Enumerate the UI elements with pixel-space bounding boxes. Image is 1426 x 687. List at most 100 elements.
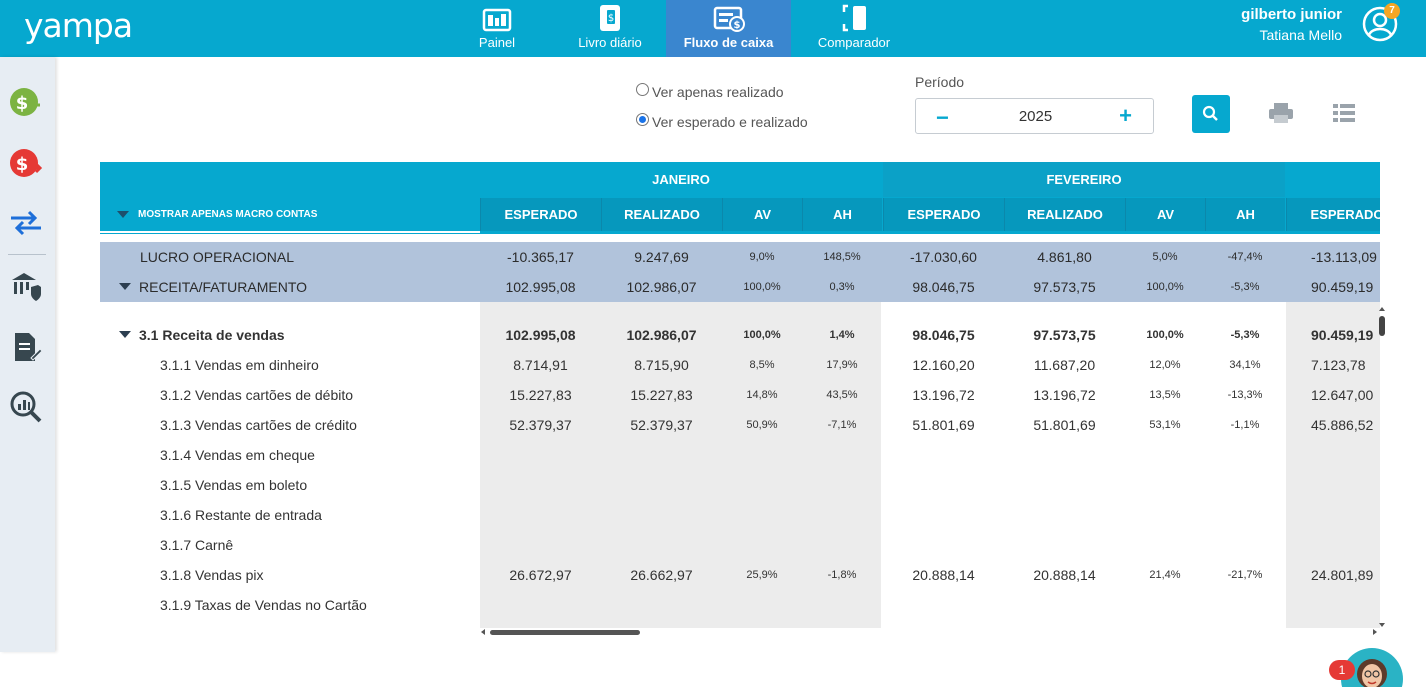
column-ah[interactable]: AH	[802, 198, 882, 231]
table-cell	[1205, 470, 1285, 500]
money-out-icon[interactable]: $	[9, 146, 43, 180]
nav-tab-label: Livro diário	[578, 35, 642, 50]
table-cell: 52.379,37	[630, 417, 693, 433]
row-label-text: 3.1.2 Vendas cartões de débito	[160, 387, 354, 403]
user-info[interactable]: gilberto junior Tatiana Mello	[1241, 6, 1342, 43]
table-cell	[883, 590, 1004, 620]
bank-secure-icon[interactable]	[9, 269, 43, 303]
table-cell: 20.888,14	[1033, 567, 1096, 583]
table-cell: 51.801,69	[1033, 417, 1096, 433]
horizontal-scrollbar-thumb[interactable]	[490, 630, 640, 635]
table-cell: 14,8%	[746, 389, 778, 401]
table-cell	[722, 440, 802, 470]
vertical-scrollbar[interactable]	[1378, 306, 1386, 628]
radio-ver-apenas-realizado[interactable]: Ver apenas realizado	[636, 82, 784, 100]
search-button[interactable]	[1192, 95, 1230, 133]
table-row[interactable]: 3.1.1 Vendas em dinheiro 8.714,91 8.715,90…	[100, 350, 1380, 380]
nav-tab-comparador[interactable]: Comparador	[791, 0, 917, 57]
analytics-search-icon[interactable]	[9, 390, 43, 424]
table-cell: 11.687,20	[1033, 357, 1096, 373]
table-cell	[883, 530, 1004, 560]
transfer-icon[interactable]	[9, 206, 43, 240]
column-realizado[interactable]: REALIZADO	[601, 198, 722, 231]
table-cell	[1004, 440, 1125, 470]
notification-badge[interactable]: 7	[1384, 3, 1400, 19]
document-edit-icon[interactable]	[9, 330, 43, 364]
column-esperado[interactable]: ESPERADO	[480, 198, 601, 231]
table-cell: 5,0%	[1152, 251, 1178, 263]
row-label: 3.1.9 Taxas de Vendas no Cartão	[160, 590, 367, 620]
column-realizado[interactable]: REALIZADO	[1004, 198, 1125, 231]
table-cell: 0,3%	[829, 281, 855, 293]
table-cell	[1286, 470, 1380, 500]
macro-accounts-toggle[interactable]: MOSTRAR APENAS MACRO CONTAS	[117, 209, 317, 220]
nav-tab-painel[interactable]: Painel	[440, 0, 554, 57]
table-cell: -17.030,60	[910, 249, 977, 265]
table-row[interactable]: 3.1.3 Vendas cartões de crédito 52.379,37…	[100, 410, 1380, 440]
table-cell: 148,5%	[823, 251, 861, 263]
table-row[interactable]: RECEITA/FATURAMENTO 102.995,08 102.986,07 1…	[100, 272, 1380, 302]
sidebar: $ $	[0, 57, 55, 652]
money-in-icon[interactable]: $	[9, 85, 43, 119]
table-cell: 90.459,19	[1311, 279, 1374, 295]
table-cell	[1205, 500, 1285, 530]
caret-down-icon	[117, 211, 129, 218]
nav-tab-fluxo-de-caixa[interactable]: $ Fluxo de caixa	[666, 0, 791, 57]
table-cell: 26.662,97	[630, 567, 693, 583]
table-row[interactable]: 3.1 Receita de vendas 102.995,08 102.986,0…	[100, 320, 1380, 350]
table-cell: 100,0%	[743, 329, 781, 341]
column-av[interactable]: AV	[722, 198, 802, 231]
table-row[interactable]: 3.1.9 Taxas de Vendas no Cartão	[100, 590, 1380, 620]
radio-button-selected[interactable]	[636, 112, 649, 126]
table-cell: 13.196,72	[1033, 387, 1096, 403]
column-esperado[interactable]: ESPERADO	[1286, 198, 1380, 231]
dashboard-icon	[482, 8, 512, 32]
period-increment-button[interactable]: +	[1119, 103, 1132, 129]
row-label: 3.1.4 Vendas em cheque	[160, 440, 315, 470]
expand-caret-icon[interactable]	[119, 331, 131, 338]
table-cell: -7,1%	[827, 419, 857, 431]
expand-caret-icon[interactable]	[119, 283, 131, 290]
table-row[interactable]: 3.1.7 Carnê	[100, 530, 1380, 560]
row-label-text: 3.1.5 Vendas em boleto	[160, 477, 308, 493]
table-cell	[1004, 590, 1125, 620]
table-row[interactable]: 3.1.8 Vendas pix 26.672,97 26.662,97 25,9% -…	[100, 560, 1380, 590]
main-nav: Painel $ Livro diário $ Fluxo de caixa C…	[440, 0, 917, 57]
macro-accounts-label: MOSTRAR APENAS MACRO CONTAS	[138, 209, 318, 220]
row-label-text: 3.1.1 Vendas em dinheiro	[160, 357, 319, 373]
top-navbar: yampa Painel $ Livro diário $ Fluxo de c…	[0, 0, 1426, 57]
table-cell	[601, 590, 722, 620]
table-row[interactable]: 3.1.4 Vendas em cheque	[100, 440, 1380, 470]
table-cell	[1286, 500, 1380, 530]
print-icon[interactable]	[1268, 102, 1294, 124]
table-cell	[1125, 590, 1205, 620]
table-header: JANEIRO FEVEREIRO ESPERADO REALIZADO AV …	[100, 162, 1380, 234]
table-cell	[480, 590, 601, 620]
list-view-icon[interactable]	[1333, 104, 1355, 122]
table-row[interactable]: 3.1.2 Vendas cartões de débito 15.227,83 1…	[100, 380, 1380, 410]
column-ah[interactable]: AH	[1205, 198, 1285, 231]
table-row[interactable]: LUCRO OPERACIONAL -10.365,17 9.247,69 9,0% 1…	[100, 242, 1380, 272]
table-cell: 45.886,52	[1311, 417, 1374, 433]
table-cell	[802, 470, 882, 500]
table-cell: -1,8%	[827, 569, 857, 581]
row-label-text: 3.1.4 Vendas em cheque	[160, 447, 315, 463]
column-av[interactable]: AV	[1125, 198, 1205, 231]
radio-ver-esperado-e-realizado[interactable]: Ver esperado e realizado	[636, 112, 808, 130]
column-esperado[interactable]: ESPERADO	[883, 198, 1004, 231]
table-row[interactable]: 3.1.6 Restante de entrada	[100, 500, 1380, 530]
svg-text:$: $	[733, 20, 740, 31]
table-cell: 17,9%	[826, 359, 858, 371]
table-cell: 4.861,80	[1037, 249, 1092, 265]
table-row[interactable]: 3.1.5 Vendas em boleto	[100, 470, 1380, 500]
period-stepper: − 2025 +	[915, 98, 1154, 134]
table-cell: 12.647,00	[1311, 387, 1374, 403]
radio-button[interactable]	[636, 82, 649, 96]
app-logo[interactable]: yampa	[24, 6, 133, 45]
compare-icon	[842, 4, 866, 32]
table-cell: 52.379,37	[509, 417, 572, 433]
row-label-text: 3.1.8 Vendas pix	[160, 567, 264, 583]
nav-tab-livro-diario[interactable]: $ Livro diário	[554, 0, 666, 57]
chat-badge[interactable]: 1	[1329, 660, 1355, 680]
table-cell: 25,9%	[746, 569, 778, 581]
